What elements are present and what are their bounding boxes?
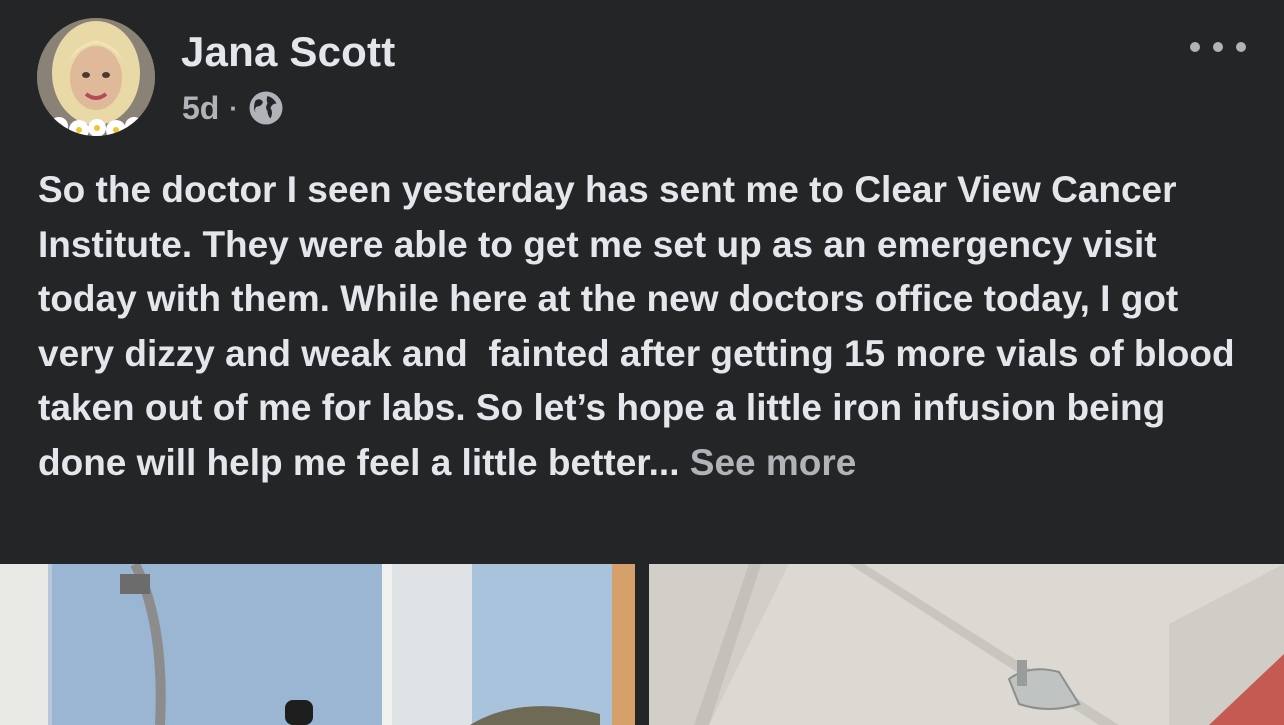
post-header: Jana Scott 5d · [0,0,1284,150]
photo-ceiling-view [649,564,1284,725]
meta-separator: · [229,92,239,123]
post-meta: 5d · [182,88,284,128]
post-photo-1[interactable] [0,564,635,725]
post-body: So the doctor I seen yesterday has sent … [38,169,1245,483]
see-more-link[interactable]: See more [679,442,857,483]
post-photo-2[interactable] [649,564,1284,725]
globe-icon[interactable] [248,90,284,126]
more-horizontal-icon [1190,42,1200,52]
author-name[interactable]: Jana Scott [181,28,395,76]
author-avatar[interactable] [37,18,155,136]
more-dot [1236,42,1246,52]
post-text: So the doctor I seen yesterday has sent … [38,163,1263,490]
post-timestamp[interactable]: 5d [182,90,219,127]
more-options-button[interactable] [1190,30,1246,64]
more-dot [1213,42,1223,52]
photo-window-view [0,564,635,725]
avatar-image [37,18,155,136]
